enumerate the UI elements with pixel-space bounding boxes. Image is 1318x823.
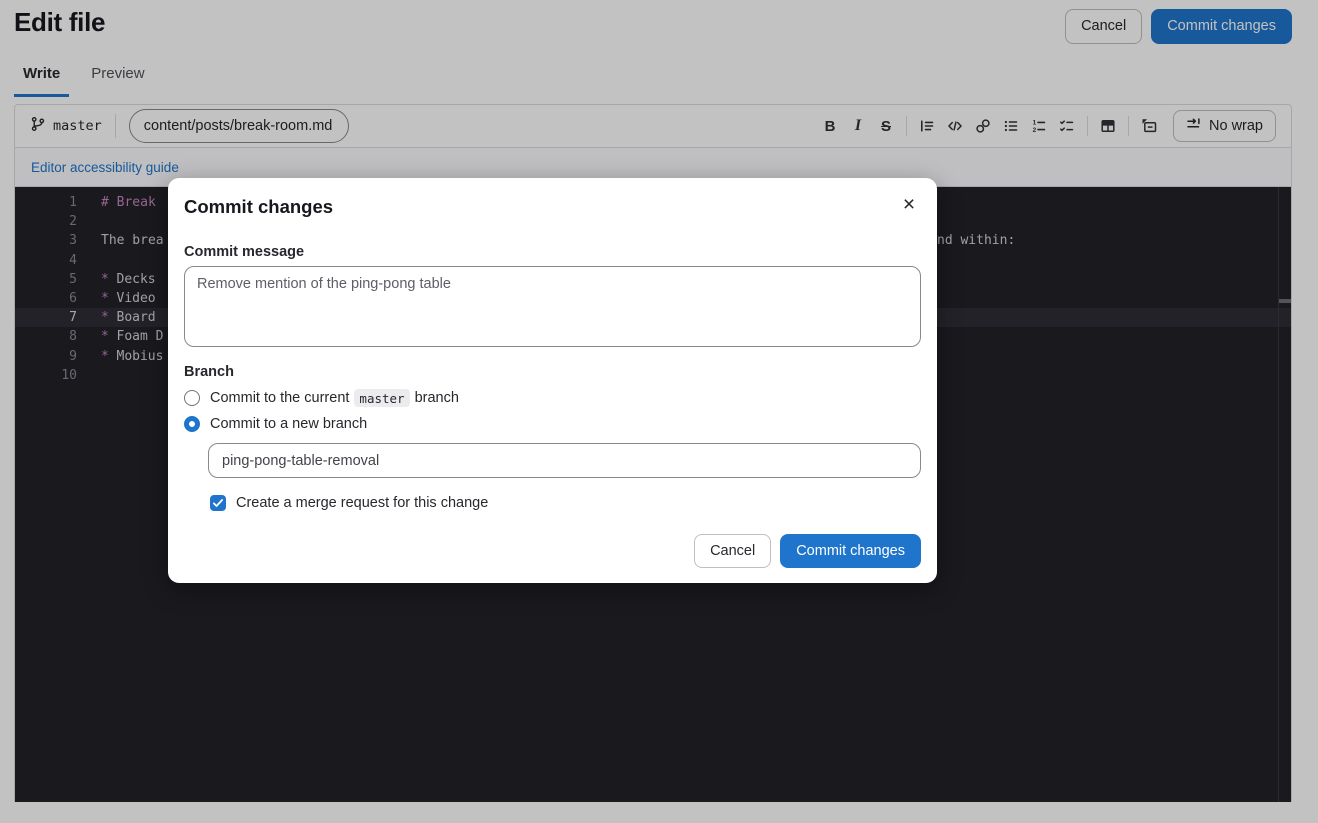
modal-commit-button[interactable]: Commit changes bbox=[780, 534, 921, 569]
modal-title: Commit changes bbox=[184, 196, 921, 218]
radio-row-current-branch: Commit to the current master branch bbox=[184, 389, 921, 407]
merge-request-checkbox[interactable] bbox=[210, 495, 226, 511]
branch-name-chip: master bbox=[354, 389, 409, 407]
radio-row-new-branch: Commit to a new branch bbox=[184, 416, 921, 432]
check-icon bbox=[212, 497, 224, 509]
radio-current-branch[interactable] bbox=[184, 390, 200, 406]
radio-current-branch-label: Commit to the current master branch bbox=[210, 389, 459, 407]
commit-changes-modal: Commit changes × Commit message Remove m… bbox=[168, 178, 937, 583]
radio-new-branch[interactable] bbox=[184, 416, 200, 432]
close-icon[interactable]: × bbox=[893, 188, 925, 220]
commit-message-label: Commit message bbox=[184, 244, 921, 260]
new-branch-name-input[interactable] bbox=[208, 443, 921, 478]
merge-request-row: Create a merge request for this change bbox=[210, 495, 921, 511]
merge-request-label: Create a merge request for this change bbox=[236, 495, 488, 511]
radio-current-suffix: branch bbox=[415, 390, 459, 406]
radio-new-branch-label: Commit to a new branch bbox=[210, 416, 367, 432]
commit-message-textarea[interactable]: Remove mention of the ping-pong table bbox=[184, 266, 921, 347]
radio-current-prefix: Commit to the current bbox=[210, 390, 349, 406]
branch-section-label: Branch bbox=[184, 364, 921, 380]
modal-footer: Cancel Commit changes bbox=[694, 534, 921, 569]
modal-cancel-button[interactable]: Cancel bbox=[694, 534, 771, 569]
